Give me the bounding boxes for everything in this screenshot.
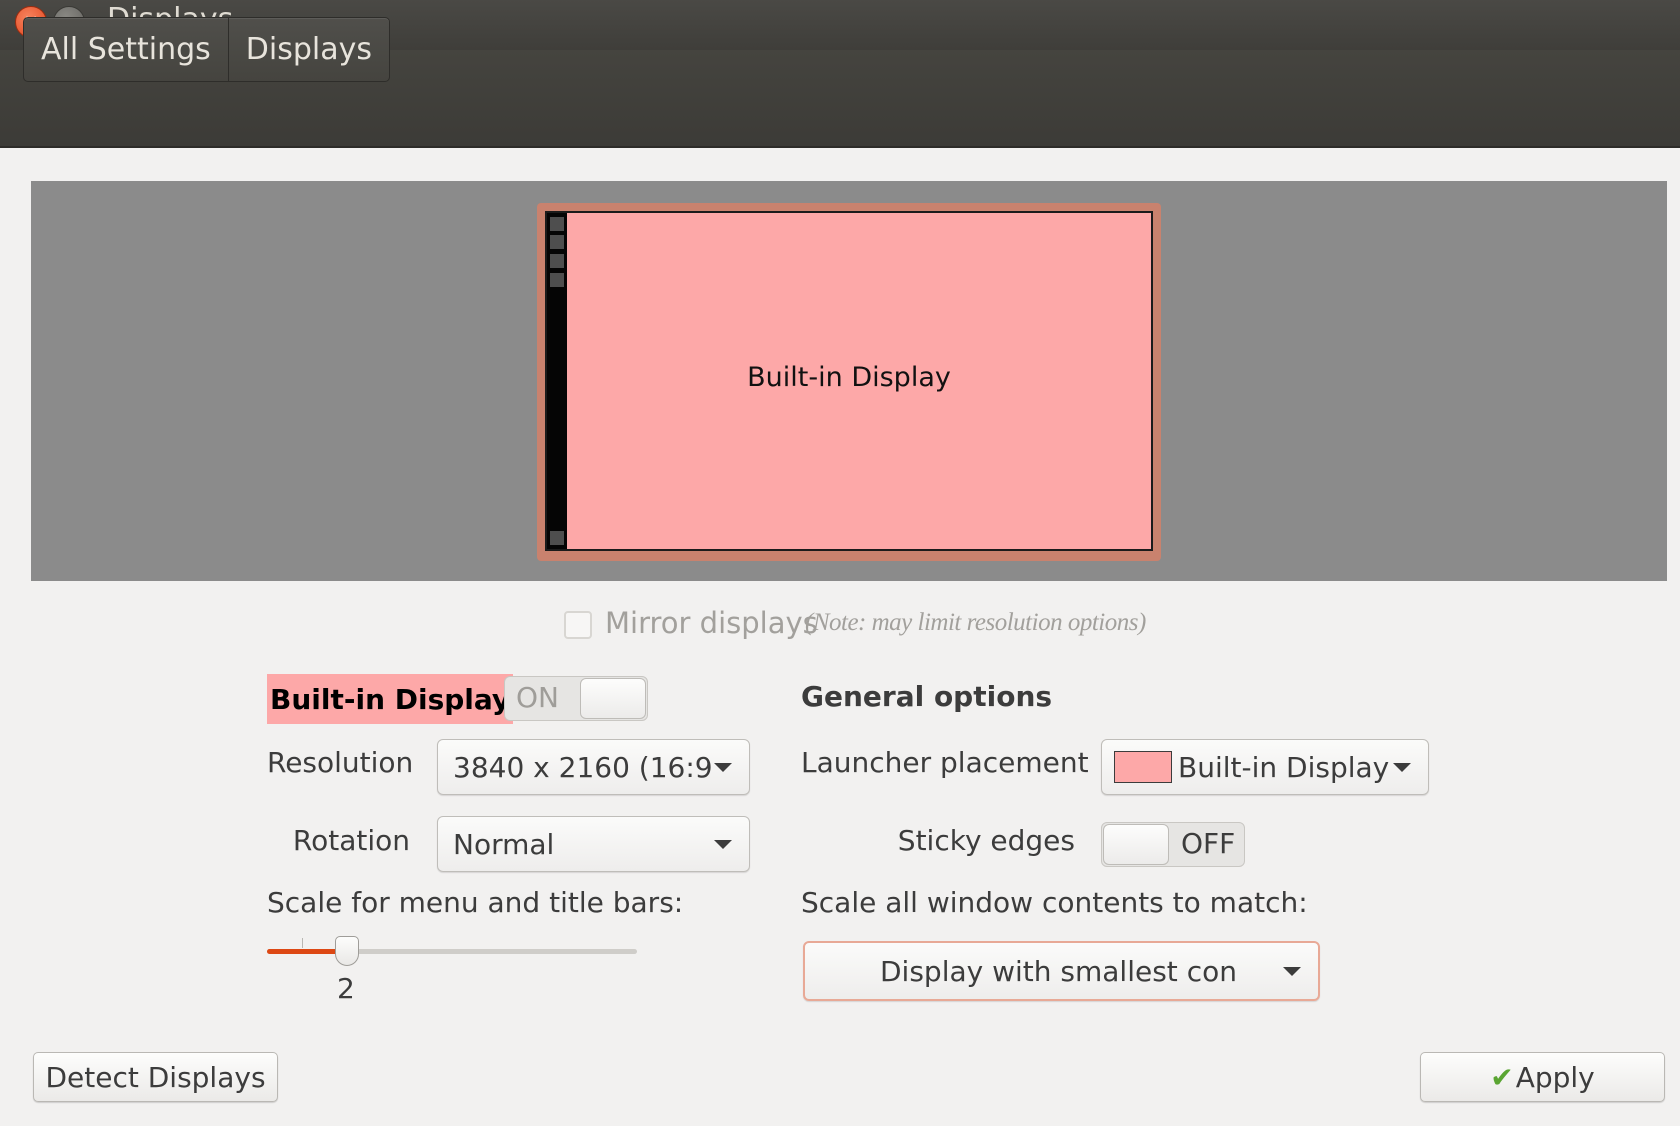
power-switch-knob[interactable]: [580, 678, 646, 719]
launcher-icon: [550, 217, 564, 231]
apply-label: Apply: [1515, 1060, 1595, 1094]
breadcrumb: All Settings Displays: [23, 17, 390, 82]
breadcrumb-displays[interactable]: Displays: [227, 18, 389, 81]
resolution-dropdown[interactable]: 3840 x 2160 (16:9): [437, 739, 750, 795]
apply-button[interactable]: ✔ Apply: [1420, 1052, 1665, 1102]
resolution-label: Resolution: [267, 746, 414, 779]
detect-displays-button[interactable]: Detect Displays: [33, 1052, 278, 1102]
sticky-edges-label: Sticky edges: [897, 824, 1075, 857]
chevron-down-icon: [714, 762, 732, 772]
launcher-placement-label: Launcher placement: [801, 746, 1089, 779]
rotation-label: Rotation: [292, 824, 410, 857]
rotation-value: Normal: [453, 827, 555, 861]
display-name-label: Built-in Display: [267, 674, 514, 724]
rotation-dropdown[interactable]: Normal: [437, 816, 750, 872]
scale-all-label: Scale all window contents to match:: [801, 886, 1308, 919]
launcher-icon: [550, 254, 564, 268]
display-color-swatch: [1114, 751, 1172, 783]
resolution-value: 3840 x 2160 (16:9): [453, 750, 714, 784]
general-options-heading: General options: [801, 680, 1053, 713]
checkmark-icon: ✔: [1490, 1060, 1514, 1094]
scale-all-value: Display with smallest con: [880, 954, 1237, 988]
mirror-displays-note: (Note: may limit resolution options): [805, 609, 1146, 636]
detect-displays-label: Detect Displays: [45, 1060, 266, 1094]
scale-slider-tick: [302, 938, 303, 948]
launcher-icon: [550, 531, 564, 545]
mirror-displays-checkbox[interactable]: [564, 611, 592, 639]
monitor-label: Built-in Display: [747, 362, 951, 393]
mirror-displays-label: Mirror displays: [605, 606, 818, 640]
chevron-down-icon: [1393, 762, 1411, 772]
power-switch-state: ON: [516, 681, 559, 714]
scale-all-dropdown[interactable]: Display with smallest con: [803, 941, 1320, 1001]
scale-slider-handle[interactable]: [335, 936, 359, 966]
chevron-down-icon: [1283, 966, 1301, 976]
scale-slider-value: 2: [337, 972, 355, 1005]
launcher-placement-value: Built-in Display: [1178, 750, 1390, 784]
launcher-icon: [550, 273, 564, 287]
launcher-placement-dropdown[interactable]: Built-in Display: [1101, 739, 1429, 795]
sticky-edges-knob[interactable]: [1103, 824, 1169, 865]
sticky-edges-state: OFF: [1181, 827, 1236, 860]
launcher-icon: [550, 235, 564, 249]
breadcrumb-all-settings[interactable]: All Settings: [24, 18, 228, 81]
chevron-down-icon: [714, 839, 732, 849]
scale-menu-label: Scale for menu and title bars:: [267, 886, 684, 919]
